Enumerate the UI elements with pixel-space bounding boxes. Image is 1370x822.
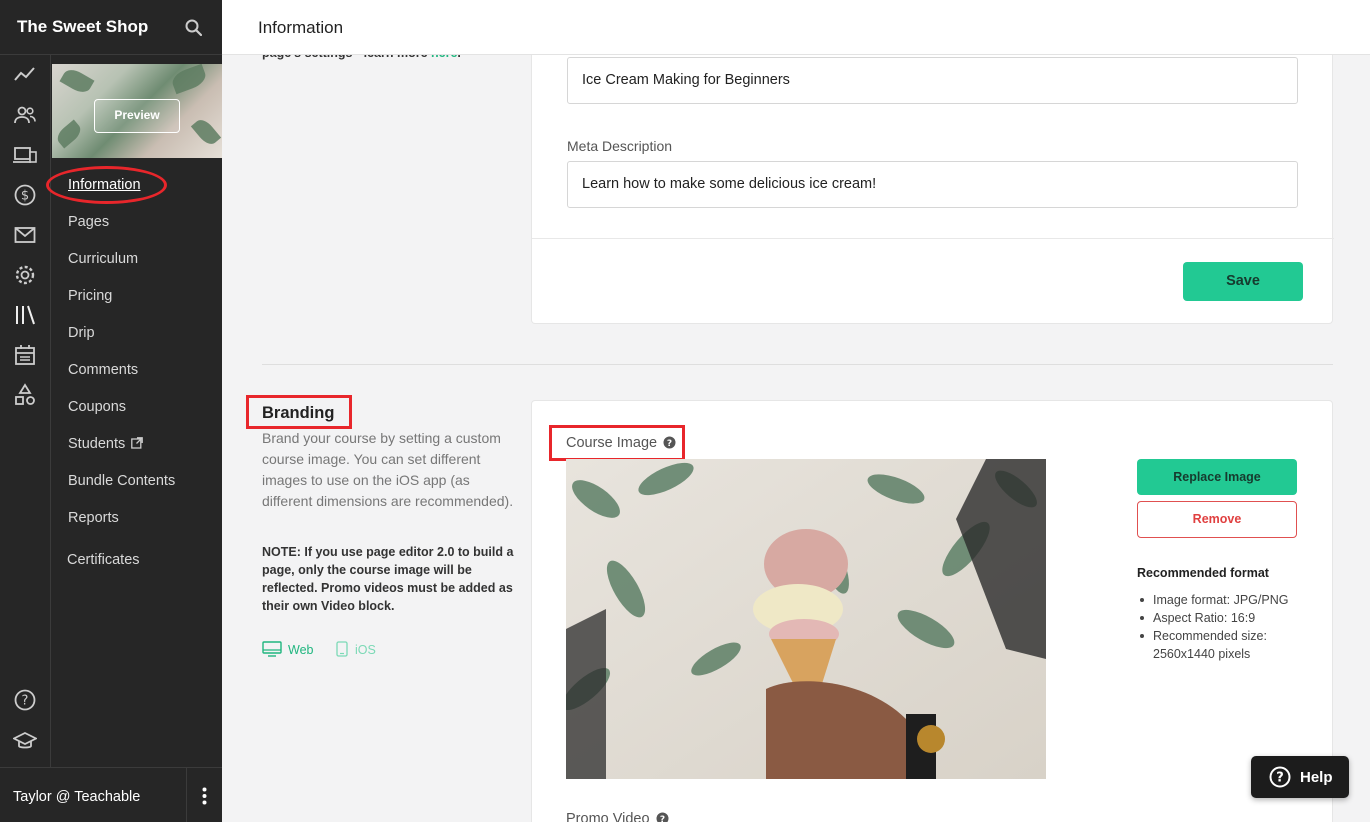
meta-description-label: Meta Description: [567, 138, 673, 154]
tab-label: Web: [288, 643, 314, 657]
sidebar-item-pricing[interactable]: Pricing: [68, 288, 112, 304]
sidebar-item-drip[interactable]: Drip: [68, 325, 95, 341]
tab-web[interactable]: Web: [262, 641, 313, 657]
courses-library-icon[interactable]: [13, 303, 37, 327]
save-button[interactable]: Save: [1183, 262, 1303, 301]
sites-icon[interactable]: [13, 143, 37, 167]
mobile-icon: [336, 641, 348, 657]
promo-video-label-text: Promo Video: [566, 811, 650, 822]
divider: [532, 238, 1334, 239]
user-name[interactable]: Taylor @ Teachable: [13, 789, 140, 805]
settings-icon[interactable]: [13, 263, 37, 287]
sales-icon[interactable]: $: [13, 183, 37, 207]
sidebar-item-curriculum[interactable]: Curriculum: [68, 251, 138, 267]
list-item: Aspect Ratio: 16:9: [1137, 609, 1317, 627]
help-button[interactable]: ? Help: [1251, 756, 1349, 798]
calendar-icon[interactable]: [13, 343, 37, 367]
sidebar-item-label: Students: [68, 436, 126, 452]
school-header: The Sweet Shop: [0, 0, 222, 55]
annotation-box: [549, 425, 685, 461]
svg-text:$: $: [21, 189, 29, 204]
sidebar-item-students[interactable]: Students: [68, 436, 144, 452]
help-circle-icon[interactable]: ?: [13, 688, 37, 712]
question-icon[interactable]: ?: [656, 812, 669, 822]
shapes-icon[interactable]: [13, 383, 37, 407]
page-title-overlay: Information: [258, 18, 344, 37]
branding-note: NOTE: If you use page editor 2.0 to buil…: [262, 545, 514, 613]
annotation-ellipse: [46, 166, 167, 204]
recommended-format-list: Image format: JPG/PNG Aspect Ratio: 16:9…: [1137, 591, 1317, 663]
sidebar-item-bundle-contents[interactable]: Bundle Contents: [68, 473, 175, 489]
recommended-format-title: Recommended format: [1137, 566, 1269, 580]
tab-ios[interactable]: iOS: [335, 641, 376, 657]
help-icon: ?: [1269, 766, 1291, 788]
svg-text:?: ?: [659, 815, 664, 822]
ice-cream-photo: [566, 459, 1046, 779]
analytics-icon[interactable]: [13, 63, 37, 87]
svg-text:?: ?: [22, 694, 29, 709]
meta-description-input[interactable]: Learn how to make some delicious ice cre…: [567, 161, 1298, 208]
desktop-icon: [262, 641, 282, 657]
search-icon[interactable]: [185, 19, 202, 36]
sidebar-item-pages[interactable]: Pages: [68, 214, 109, 230]
school-name[interactable]: The Sweet Shop: [17, 17, 148, 37]
list-item: Recommended size: 2560x1440 pixels: [1137, 627, 1317, 663]
replace-image-button[interactable]: Replace Image: [1137, 459, 1297, 495]
users-icon[interactable]: [13, 103, 37, 127]
email-icon[interactable]: [13, 223, 37, 247]
external-link-icon: [131, 437, 144, 449]
tab-label: iOS: [355, 643, 376, 657]
help-label: Help: [1300, 769, 1333, 786]
sidebar-item-reports[interactable]: Reports: [68, 510, 119, 526]
list-item: Image format: JPG/PNG: [1137, 591, 1317, 609]
page-header-overlay: Information: [222, 0, 1370, 55]
sidebar-item-comments[interactable]: Comments: [68, 362, 138, 378]
seo-card: Ice Cream Making for Beginners Meta Desc…: [531, 40, 1334, 324]
sidebar-item-certificates[interactable]: Certificates: [67, 552, 140, 568]
page-title-input[interactable]: Ice Cream Making for Beginners: [567, 57, 1298, 104]
divider: [186, 768, 187, 822]
user-bar: Taylor @ Teachable: [0, 767, 222, 822]
branding-description: Brand your course by setting a custom co…: [262, 430, 514, 509]
section-divider: [262, 364, 1333, 365]
sidebar-item-coupons[interactable]: Coupons: [68, 399, 126, 415]
remove-image-button[interactable]: Remove: [1137, 501, 1297, 538]
preview-button[interactable]: Preview: [94, 99, 180, 133]
kebab-menu-icon[interactable]: [202, 787, 207, 805]
course-image: [566, 459, 1046, 779]
sidebar: The Sweet Shop $ ? Preview Information P…: [0, 0, 222, 822]
svg-text:?: ?: [1276, 771, 1284, 786]
graduation-cap-icon[interactable]: [13, 729, 37, 753]
icon-rail: $ ?: [0, 55, 51, 767]
promo-video-label: Promo Video?: [566, 811, 669, 822]
annotation-box: [246, 395, 352, 429]
